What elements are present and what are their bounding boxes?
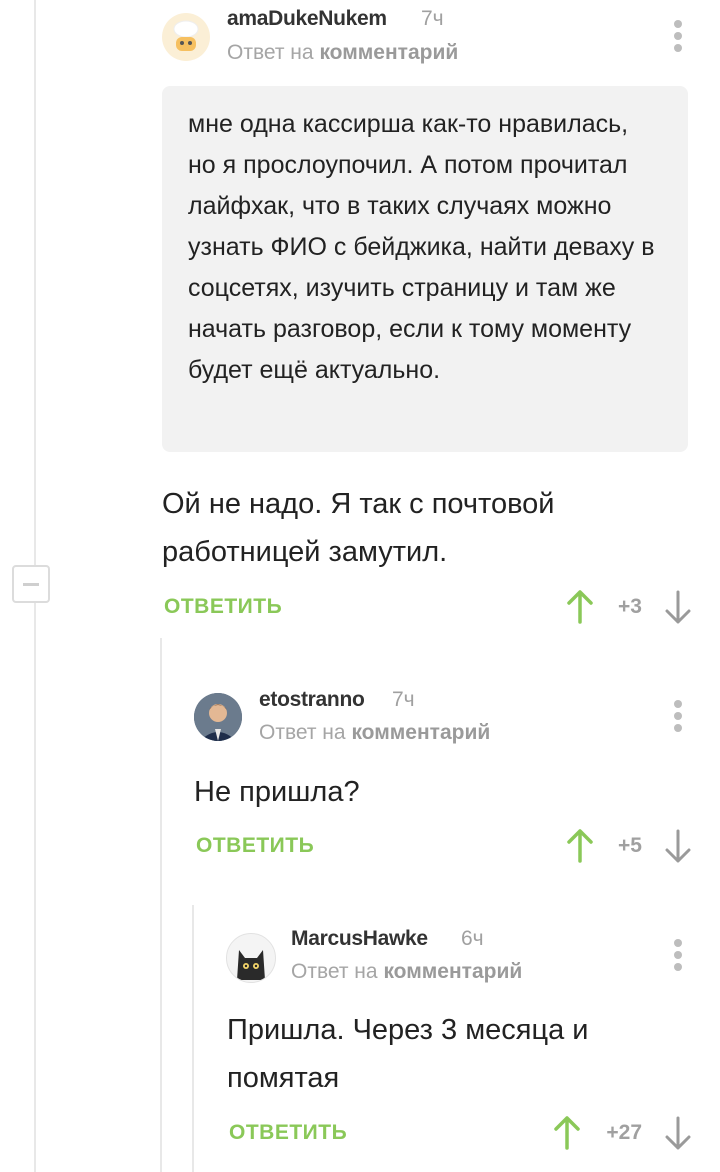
reply-to-prefix: Ответ на [291, 960, 378, 983]
more-options-icon[interactable] [672, 937, 684, 973]
comment-marcushawke: MarcusHawke 6ч Ответ на комментарий Приш… [0, 0, 720, 1172]
reply-to-link[interactable]: комментарий [383, 960, 522, 983]
reply-button[interactable]: ОТВЕТИТЬ [229, 1121, 347, 1145]
username[interactable]: MarcusHawke [291, 927, 428, 951]
downvote-arrow-icon[interactable] [664, 1116, 692, 1150]
reply-to-line: Ответ на комментарий [291, 960, 522, 984]
avatar[interactable] [226, 933, 276, 983]
comment-text: Пришла. Через 3 месяца и помятая [227, 1014, 589, 1094]
timestamp: 6ч [461, 927, 484, 950]
upvote-arrow-icon[interactable] [553, 1116, 581, 1150]
rating-score: +27 [606, 1121, 642, 1144]
